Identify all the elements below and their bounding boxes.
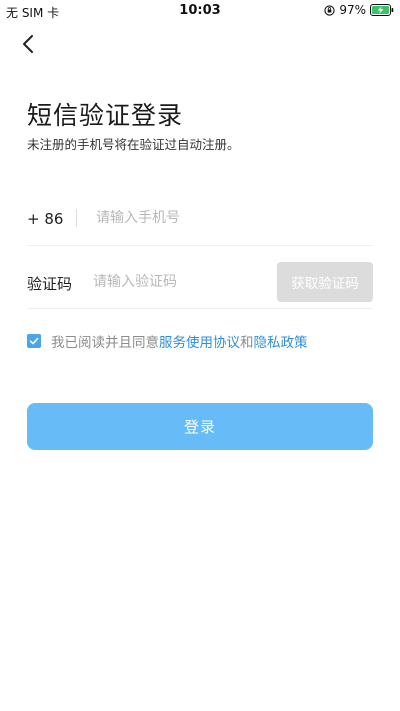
status-bar: 无 SIM 卡 10:03 97% (0, 0, 400, 22)
privacy-link[interactable]: 隐私政策 (254, 331, 308, 351)
back-button[interactable] (14, 30, 42, 58)
phone-divider (76, 209, 77, 227)
agreement-row: 我已阅读并且同意 服务使用协议 和 隐私政策 (27, 331, 308, 351)
status-right-group: 97% (324, 3, 394, 17)
battery-charging-icon (370, 4, 394, 16)
get-code-button[interactable]: 获取验证码 (277, 262, 373, 302)
page-subtitle: 未注册的手机号将在验证过自动注册。 (27, 137, 240, 152)
rotation-lock-icon (324, 4, 335, 16)
login-button[interactable]: 登录 (27, 403, 373, 450)
phone-row: + 86 (27, 199, 373, 246)
chevron-left-icon (23, 35, 33, 53)
agree-checkbox[interactable] (27, 334, 41, 348)
battery-percent: 97% (339, 3, 366, 17)
country-code[interactable]: + 86 (27, 210, 63, 228)
agreement-conjunction: 和 (240, 335, 254, 351)
code-input[interactable] (93, 271, 263, 293)
checkmark-icon (29, 337, 39, 345)
agreement-prefix: 我已阅读并且同意 (51, 335, 159, 351)
code-row: 验证码 获取验证码 (27, 262, 373, 309)
page-title: 短信验证登录 (27, 101, 184, 130)
terms-link[interactable]: 服务使用协议 (159, 331, 240, 351)
phone-input[interactable] (96, 207, 366, 229)
code-label: 验证码 (27, 275, 73, 293)
